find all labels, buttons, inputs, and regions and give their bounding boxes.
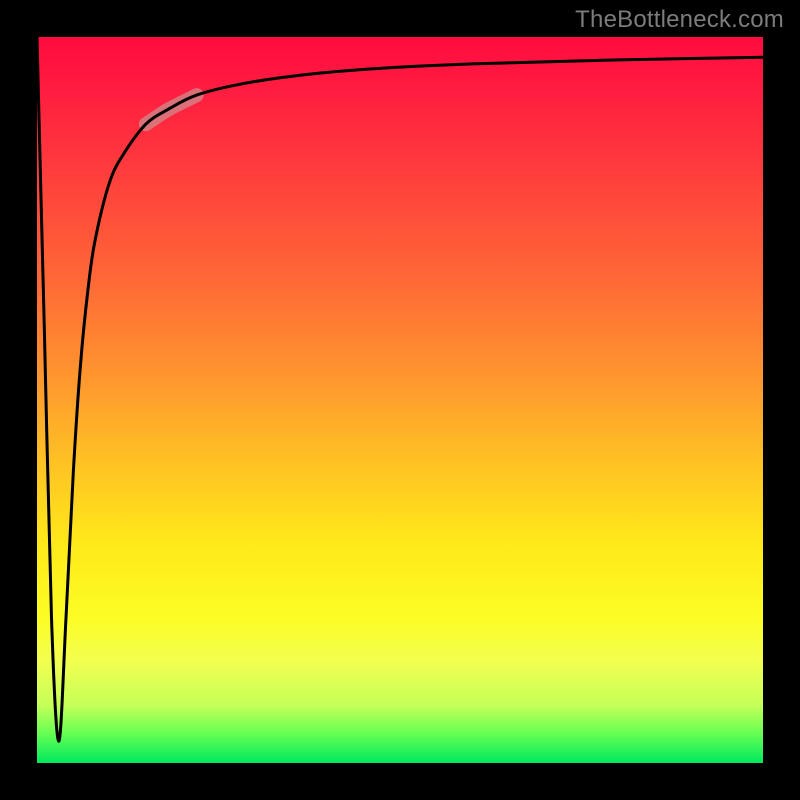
watermark-text: TheBottleneck.com (575, 6, 784, 34)
bottleneck-curve (37, 37, 763, 741)
chart-frame: TheBottleneck.com (0, 0, 800, 800)
curve-svg (37, 37, 763, 763)
plot-area (37, 37, 763, 763)
